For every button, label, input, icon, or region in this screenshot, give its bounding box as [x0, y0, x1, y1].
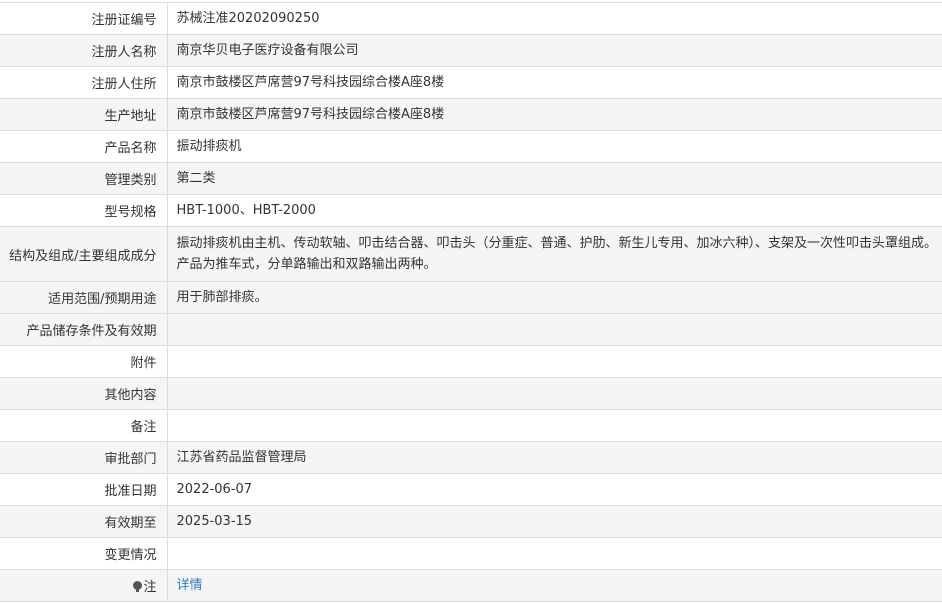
- field-value: 振动排痰机: [167, 130, 942, 163]
- field-value: HBT-1000、HBT-2000: [167, 194, 942, 227]
- table-row: 批准日期 2022-06-07: [0, 473, 942, 506]
- table-row: 附件: [0, 345, 942, 378]
- field-value: [167, 345, 942, 378]
- field-value: 2022-06-07: [167, 473, 942, 506]
- table-row: 注册人名称 南京华贝电子医疗设备有限公司: [0, 34, 942, 67]
- table-row: 注册人住所 南京市鼓楼区芦席营97号科技园综合楼A座8楼: [0, 66, 942, 99]
- field-value: 南京市鼓楼区芦席营97号科技园综合楼A座8楼: [167, 98, 942, 131]
- field-value: 2025-03-15: [167, 505, 942, 538]
- field-value: 详情: [167, 569, 942, 602]
- field-value: [167, 409, 942, 442]
- field-value: 苏械注准20202090250: [167, 2, 942, 35]
- field-label: 变更情况: [0, 537, 168, 570]
- table-row: 型号规格 HBT-1000、HBT-2000: [0, 194, 942, 227]
- field-label: 生产地址: [0, 98, 168, 131]
- lightbulb-icon: [133, 581, 143, 592]
- field-label: 有效期至: [0, 505, 168, 538]
- registration-detail-table: 注册证编号 苏械注准20202090250 注册人名称 南京华贝电子医疗设备有限…: [0, 2, 942, 602]
- field-label-note: 注: [0, 569, 168, 602]
- field-label: 适用范围/预期用途: [0, 281, 168, 314]
- field-value-line: 振动排痰机由主机、传动软轴、叩击结合器、叩击头（分重症、普通、护肋、新生儿专用、…: [176, 236, 938, 251]
- field-label: 批准日期: [0, 473, 168, 506]
- field-value: [167, 313, 942, 346]
- field-value: 南京华贝电子医疗设备有限公司: [167, 34, 942, 67]
- table-row: 备注: [0, 409, 942, 442]
- field-label: 注册证编号: [0, 2, 168, 35]
- table-row: 注册证编号 苏械注准20202090250: [0, 2, 942, 35]
- table-row: 生产地址 南京市鼓楼区芦席营97号科技园综合楼A座8楼: [0, 98, 942, 131]
- field-value: 振动排痰机由主机、传动软轴、叩击结合器、叩击头（分重症、普通、护肋、新生儿专用、…: [167, 226, 942, 282]
- field-label: 产品名称: [0, 130, 168, 163]
- table-row: 有效期至 2025-03-15: [0, 505, 942, 538]
- field-value: 用于肺部排痰。: [167, 281, 942, 314]
- field-label: 其他内容: [0, 377, 168, 410]
- field-label: 注册人名称: [0, 34, 168, 67]
- table-row: 产品储存条件及有效期: [0, 313, 942, 346]
- field-value-line: 产品为推车式，分单路输出和双路输出两种。: [176, 257, 437, 272]
- field-label: 审批部门: [0, 441, 168, 474]
- field-label: 备注: [0, 409, 168, 442]
- table-row: 产品名称 振动排痰机: [0, 130, 942, 163]
- field-value: 江苏省药品监督管理局: [167, 441, 942, 474]
- table-row: 注 详情: [0, 569, 942, 602]
- field-value: 南京市鼓楼区芦席营97号科技园综合楼A座8楼: [167, 66, 942, 99]
- field-label: 产品储存条件及有效期: [0, 313, 168, 346]
- table-row: 管理类别 第二类: [0, 162, 942, 195]
- table-row: 审批部门 江苏省药品监督管理局: [0, 441, 942, 474]
- table-row: 结构及组成/主要组成成分 振动排痰机由主机、传动软轴、叩击结合器、叩击头（分重症…: [0, 226, 942, 282]
- field-value: [167, 537, 942, 570]
- field-label: 附件: [0, 345, 168, 378]
- field-label: 管理类别: [0, 162, 168, 195]
- field-label: 注册人住所: [0, 66, 168, 99]
- details-link[interactable]: 详情: [177, 578, 203, 593]
- field-value: 第二类: [167, 162, 942, 195]
- field-label: 结构及组成/主要组成成分: [0, 226, 168, 282]
- table-row: 变更情况: [0, 537, 942, 570]
- field-value: [167, 377, 942, 410]
- table-row: 其他内容: [0, 377, 942, 410]
- field-label: 型号规格: [0, 194, 168, 227]
- table-row: 适用范围/预期用途 用于肺部排痰。: [0, 281, 942, 314]
- note-label: 注: [143, 580, 157, 595]
